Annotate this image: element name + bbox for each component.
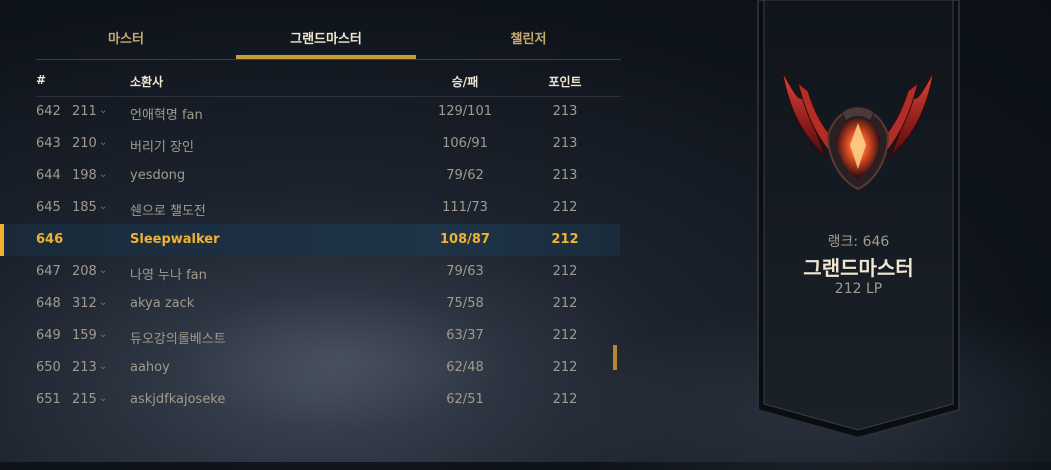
row-summoner-name: askjdfkajoseke: [130, 392, 226, 407]
table-row[interactable]: 650 213 ⌄ aahoy 62/48 212: [0, 352, 620, 384]
table-row[interactable]: 651 215 ⌄ askjdfkajoseke 62/51 212: [0, 384, 620, 416]
active-tab-indicator: [236, 55, 416, 59]
tab-master[interactable]: 마스터: [36, 22, 216, 58]
row-rank: 647: [36, 264, 61, 279]
row-previous-rank: 198: [72, 168, 97, 183]
grandmaster-emblem-icon: [781, 70, 935, 191]
chevron-down-icon: ⌄: [99, 329, 108, 340]
row-rank: 643: [36, 136, 61, 151]
table-row[interactable]: 644 198 ⌄ yesdong 79/62 213: [0, 160, 620, 192]
row-winloss: 63/37: [446, 328, 484, 343]
row-summoner-name: akya zack: [130, 296, 195, 311]
table-row[interactable]: 642 211 ⌄ 언애혁명 fan 129/101 213: [0, 96, 620, 128]
row-summoner-name: aahoy: [130, 360, 170, 375]
row-rank: 645: [36, 200, 61, 215]
row-points: 212: [551, 232, 579, 247]
tab-challenger[interactable]: 챌린저: [436, 22, 621, 58]
row-summoner-name: yesdong: [130, 168, 186, 183]
profile-tier: 그랜드마스터: [803, 256, 914, 280]
row-winloss: 75/58: [446, 296, 484, 311]
column-points: 포인트: [548, 75, 582, 89]
table-row[interactable]: 647 208 ⌄ 나영 누나 fan 79/63 212: [0, 256, 620, 288]
row-previous-rank: 208: [72, 264, 97, 279]
row-summoner-name: 언애혁명 fan: [130, 108, 203, 123]
column-winloss: 승/패: [451, 75, 479, 89]
row-rank: 650: [36, 360, 61, 375]
row-points: 213: [552, 104, 578, 119]
row-previous-rank: 312: [72, 296, 97, 311]
row-points: 212: [552, 296, 578, 311]
row-points: 212: [552, 200, 578, 215]
row-summoner-name: 나영 누나 fan: [130, 268, 207, 283]
tab-grandmaster[interactable]: 그랜드마스터: [236, 22, 416, 58]
chevron-down-icon: ⌄: [99, 169, 108, 180]
chevron-down-icon: ⌄: [99, 105, 108, 116]
table-row[interactable]: 645 185 ⌄ 쉔으로 챌도전 111/73 212: [0, 192, 620, 224]
row-points: 212: [552, 392, 578, 407]
row-summoner-name: 버리기 장인: [130, 140, 194, 155]
column-rank: #: [36, 73, 47, 87]
row-summoner-name: 쉔으로 챌도전: [130, 204, 206, 219]
scrollbar-thumb[interactable]: [613, 345, 617, 370]
row-rank: 649: [36, 328, 61, 343]
row-rank: 648: [36, 296, 61, 311]
chevron-down-icon: ⌄: [99, 361, 108, 372]
row-winloss: 62/48: [446, 360, 484, 375]
row-rank: 651: [36, 392, 61, 407]
row-rank: 642: [36, 104, 61, 119]
row-previous-rank: 213: [72, 360, 97, 375]
row-previous-rank: 185: [72, 200, 97, 215]
row-winloss: 79/63: [446, 264, 484, 279]
row-points: 212: [552, 264, 578, 279]
row-rank: 644: [36, 168, 61, 183]
table-row[interactable]: 646 Sleepwalker 108/87 212: [0, 224, 620, 256]
row-winloss: 79/62: [446, 168, 484, 183]
ladder-header: # 소환사 승/패 포인트: [36, 66, 621, 97]
row-rank: 646: [36, 232, 64, 247]
row-summoner-name: Sleepwalker: [130, 232, 220, 247]
chevron-down-icon: ⌄: [99, 297, 108, 308]
table-row[interactable]: 649 159 ⌄ 듀오강의롤베스트 63/37 212: [0, 320, 620, 352]
profile-lp: 212 LP: [834, 281, 883, 297]
row-previous-rank: 215: [72, 392, 97, 407]
row-previous-rank: 159: [72, 328, 97, 343]
row-previous-rank: 210: [72, 136, 97, 151]
row-winloss: 62/51: [446, 392, 484, 407]
row-points: 213: [552, 168, 578, 183]
chevron-down-icon: ⌄: [99, 265, 108, 276]
column-summoner: 소환사: [130, 75, 164, 89]
row-points: 213: [552, 136, 578, 151]
table-row[interactable]: 643 210 ⌄ 버리기 장인 106/91 213: [0, 128, 620, 160]
row-winloss: 129/101: [437, 104, 492, 119]
row-previous-rank: 211: [72, 104, 97, 119]
row-winloss: 106/91: [442, 136, 488, 151]
profile-rank: 랭크: 646: [827, 234, 890, 250]
chevron-down-icon: ⌄: [99, 137, 108, 148]
row-winloss: 111/73: [442, 200, 488, 215]
tier-tabs: 마스터 그랜드마스터 챌린저: [36, 22, 621, 60]
current-player-marker: [0, 224, 4, 256]
chevron-down-icon: ⌄: [99, 393, 108, 404]
row-points: 212: [552, 360, 578, 375]
chevron-down-icon: ⌄: [99, 201, 108, 212]
row-summoner-name: 듀오강의롤베스트: [130, 332, 226, 347]
row-points: 212: [552, 328, 578, 343]
row-winloss: 108/87: [440, 232, 490, 247]
table-row[interactable]: 648 312 ⌄ akya zack 75/58 212: [0, 288, 620, 320]
